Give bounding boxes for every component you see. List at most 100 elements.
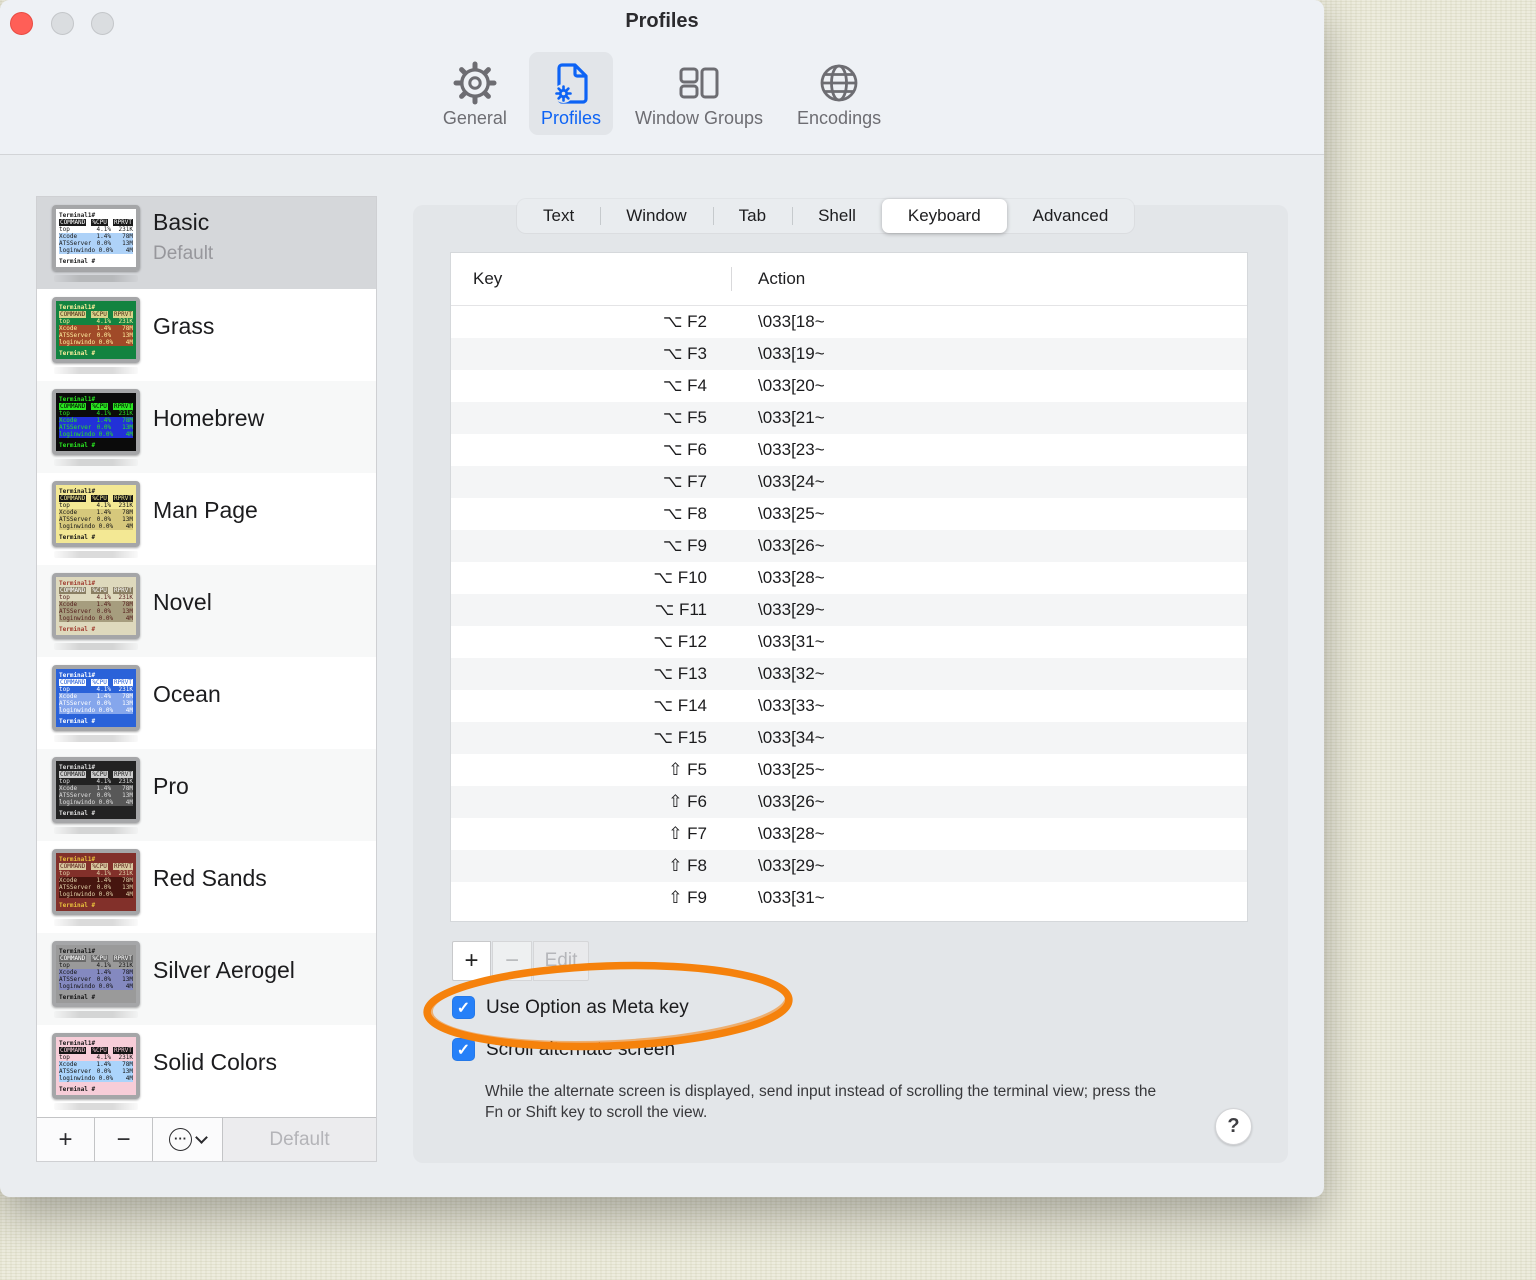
toolbar-item-window-groups[interactable]: Window Groups — [623, 52, 775, 135]
table-row[interactable]: ⌥ F4 \033[20~ — [451, 370, 1247, 402]
table-row[interactable]: ⌥ F12 \033[31~ — [451, 626, 1247, 658]
action-cell: \033[32~ — [758, 664, 825, 683]
default-button[interactable]: Default — [223, 1118, 376, 1161]
table-row[interactable]: ⇧ F7 \033[28~ — [451, 818, 1247, 850]
table-row[interactable]: ⌥ F9 \033[26~ — [451, 530, 1247, 562]
tab-tab[interactable]: Tab — [712, 199, 792, 233]
action-cell: \033[21~ — [758, 408, 825, 427]
profile-subtitle: Default — [153, 243, 214, 264]
tab-keyboard[interactable]: Keyboard — [881, 199, 1007, 233]
key-cell: ⌥ F4 — [662, 376, 707, 395]
profile-item-pro[interactable]: Terminal1# COMMAND %CPU RPRVT top 4.1% 231K Xco… — [37, 749, 376, 841]
add-key-button[interactable]: + — [452, 941, 491, 981]
table-row[interactable]: ⇧ F6 \033[26~ — [451, 786, 1247, 818]
thumbnail-reflection — [54, 1011, 138, 1018]
action-cell: \033[26~ — [758, 536, 825, 555]
table-row[interactable]: ⌥ F7 \033[24~ — [451, 466, 1247, 498]
remove-profile-button[interactable]: − — [95, 1118, 153, 1161]
profile-item-silver-aerogel[interactable]: Terminal1# COMMAND %CPU RPRVT top 4.1% 231K Xco… — [37, 933, 376, 1025]
tab-advanced[interactable]: Advanced — [1007, 199, 1135, 233]
thumbnail-reflection — [54, 735, 138, 742]
tab-shell[interactable]: Shell — [792, 199, 882, 233]
table-row[interactable]: ⌥ F6 \033[23~ — [451, 434, 1247, 466]
action-cell: \033[20~ — [758, 376, 825, 395]
more-options-button[interactable]: ··· — [153, 1118, 223, 1161]
profile-thumbnail-terminal: Terminal1# COMMAND %CPU RPRVT top 4.1% 231K Xco… — [56, 301, 136, 359]
profile-thumbnail-terminal: Terminal1# COMMAND %CPU RPRVT top 4.1% 231K Xco… — [56, 393, 136, 451]
titlebar: Profiles General Profiles Window Groups … — [0, 0, 1324, 155]
use-option-as-meta-row: ✓ Use Option as Meta key — [452, 996, 689, 1019]
profile-item-homebrew[interactable]: Terminal1# COMMAND %CPU RPRVT top 4.1% 231K Xco… — [37, 381, 376, 473]
table-row[interactable]: ⌥ F15 \033[34~ — [451, 722, 1247, 754]
scroll-alternate-screen-checkbox[interactable]: ✓ — [452, 1038, 475, 1061]
profile-thumbnail: Terminal1# COMMAND %CPU RPRVT top 4.1% 231K Xco… — [52, 757, 140, 823]
scroll-alternate-screen-row: ✓ Scroll alternate screen — [452, 1038, 675, 1061]
action-cell: \033[23~ — [758, 440, 825, 459]
profile-item-red-sands[interactable]: Terminal1# COMMAND %CPU RPRVT top 4.1% 231K Xco… — [37, 841, 376, 933]
table-row[interactable]: ⇧ F5 \033[25~ — [451, 754, 1247, 786]
column-header-action[interactable]: Action — [731, 269, 1247, 289]
profile-name: Basic — [153, 209, 210, 235]
key-cell: ⌥ F12 — [653, 632, 707, 651]
profile-item-grass[interactable]: Terminal1# COMMAND %CPU RPRVT top 4.1% 231K Xco… — [37, 289, 376, 381]
thumbnail-reflection — [54, 275, 138, 282]
edit-key-button[interactable]: Edit — [533, 941, 589, 981]
profiles-sidebar: Terminal1# COMMAND %CPU RPRVT top 4.1% 231K Xco… — [36, 196, 377, 1162]
column-divider[interactable] — [731, 267, 732, 291]
key-cell: ⇧ F8 — [668, 856, 707, 875]
action-cell: \033[31~ — [758, 632, 825, 651]
table-row[interactable]: ⌥ F2 \033[18~ — [451, 306, 1247, 338]
key-cell: ⌥ F7 — [662, 472, 707, 491]
table-row[interactable]: ⌥ F13 \033[32~ — [451, 658, 1247, 690]
toolbar-item-encodings[interactable]: Encodings — [785, 52, 893, 135]
table-row[interactable]: ⌥ F5 \033[21~ — [451, 402, 1247, 434]
thumbnail-reflection — [54, 459, 138, 466]
key-cell: ⌥ F11 — [654, 600, 707, 619]
action-cell: \033[29~ — [758, 600, 825, 619]
ellipsis-circle-icon: ··· — [169, 1128, 192, 1151]
profile-thumbnail-terminal: Terminal1# COMMAND %CPU RPRVT top 4.1% 231K Xco… — [56, 209, 136, 267]
profile-thumbnail: Terminal1# COMMAND %CPU RPRVT top 4.1% 231K Xco… — [52, 389, 140, 455]
toolbar-item-label: Profiles — [540, 108, 601, 128]
toolbar-item-profiles[interactable]: Profiles — [528, 52, 613, 135]
add-profile-button[interactable]: + — [37, 1118, 95, 1161]
checkbox-label: Use Option as Meta key — [486, 996, 689, 1018]
key-cell: ⇧ F7 — [668, 824, 707, 843]
use-option-as-meta-checkbox[interactable]: ✓ — [452, 996, 475, 1019]
table-row[interactable]: ⌥ F11 \033[29~ — [451, 594, 1247, 626]
profile-thumbnail-terminal: Terminal1# COMMAND %CPU RPRVT top 4.1% 231K Xco… — [56, 485, 136, 543]
table-row[interactable]: ⌥ F3 \033[19~ — [451, 338, 1247, 370]
sidebar-footer: + − ··· Default — [37, 1117, 376, 1161]
key-cell: ⇧ F5 — [668, 760, 707, 779]
key-cell: ⇧ F6 — [668, 792, 707, 811]
action-cell: \033[24~ — [758, 472, 825, 491]
globe-icon — [820, 64, 858, 102]
table-row[interactable]: ⌥ F14 \033[33~ — [451, 690, 1247, 722]
profile-item-basic[interactable]: Terminal1# COMMAND %CPU RPRVT top 4.1% 231K Xco… — [37, 197, 376, 289]
table-row[interactable]: ⇧ F8 \033[29~ — [451, 850, 1247, 882]
table-row[interactable]: ⌥ F10 \033[28~ — [451, 562, 1247, 594]
key-cell: ⌥ F10 — [653, 568, 707, 587]
table-row[interactable]: ⌥ F8 \033[25~ — [451, 498, 1247, 530]
tab-text[interactable]: Text — [517, 199, 600, 233]
profile-item-man-page[interactable]: Terminal1# COMMAND %CPU RPRVT top 4.1% 231K Xco… — [37, 473, 376, 565]
window-groups-icon — [679, 67, 719, 99]
column-header-key[interactable]: Key — [451, 269, 731, 289]
table-row[interactable]: ⇧ F9 \033[31~ — [451, 882, 1247, 914]
profile-name: Red Sands — [153, 865, 267, 891]
tab-window[interactable]: Window — [600, 199, 712, 233]
action-cell: \033[18~ — [758, 312, 825, 331]
toolbar-item-general[interactable]: General — [431, 52, 519, 135]
profile-name: Grass — [153, 313, 215, 339]
chevron-down-icon — [195, 1131, 208, 1144]
profile-list: Terminal1# COMMAND %CPU RPRVT top 4.1% 231K Xco… — [37, 197, 376, 1118]
profile-item-solid-colors[interactable]: Terminal1# COMMAND %CPU RPRVT top 4.1% 231K Xco… — [37, 1025, 376, 1117]
help-button[interactable]: ? — [1215, 1108, 1252, 1145]
thumbnail-reflection — [54, 919, 138, 926]
profile-item-ocean[interactable]: Terminal1# COMMAND %CPU RPRVT top 4.1% 231K Xco… — [37, 657, 376, 749]
toolbar-item-label: General — [442, 108, 507, 128]
alternate-screen-help-text: While the alternate screen is displayed,… — [485, 1083, 1157, 1121]
action-cell: \033[31~ — [758, 888, 825, 907]
profile-item-novel[interactable]: Terminal1# COMMAND %CPU RPRVT top 4.1% 231K Xco… — [37, 565, 376, 657]
remove-key-button[interactable]: − — [492, 941, 532, 981]
